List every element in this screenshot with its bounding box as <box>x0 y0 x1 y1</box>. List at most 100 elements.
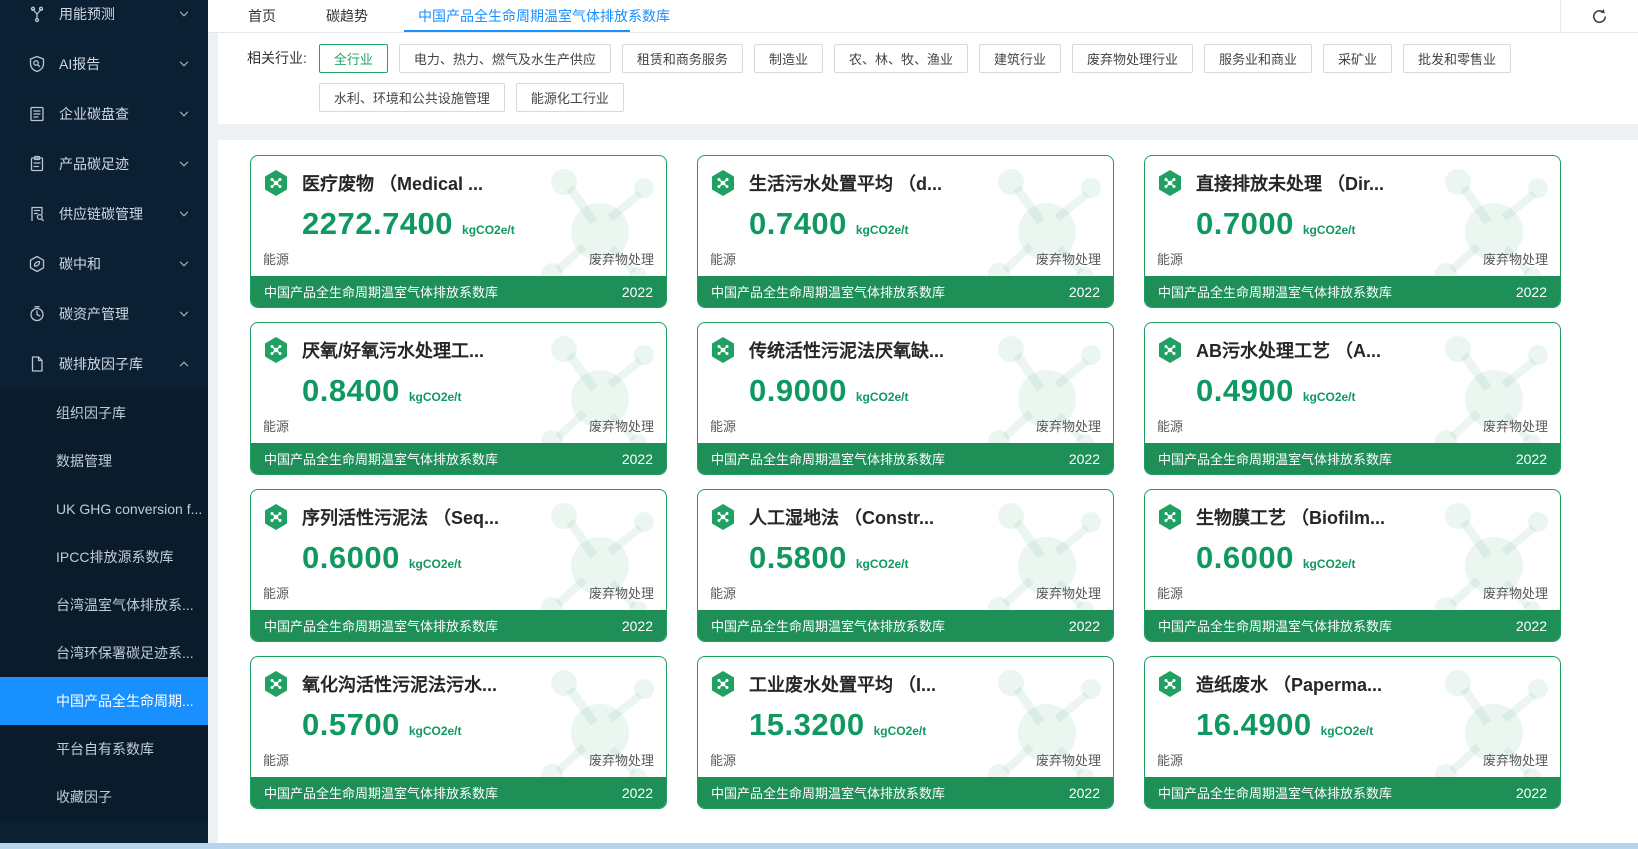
sidebar-item[interactable]: 产品碳足迹 <box>0 139 208 189</box>
industry-filter-button[interactable]: 服务业和商业 <box>1204 44 1312 73</box>
factor-category-left: 能源 <box>263 416 289 435</box>
sidebar-item[interactable]: 碳资产管理 <box>0 289 208 339</box>
factor-card[interactable]: 医疗废物 （Medical ... 2272.7400 kgCO2e/t 能源 … <box>250 155 667 308</box>
chevron-down-icon <box>178 58 190 70</box>
factor-card[interactable]: 生物膜工艺 （Biofilm... 0.6000 kgCO2e/t 能源 废弃物… <box>1144 489 1561 642</box>
tab-list: 首页 碳趋势 中国产品全生命周期温室气体排放系数库 <box>248 0 720 32</box>
sidebar-item[interactable]: 碳排放因子库 <box>0 339 208 389</box>
factor-year: 2022 <box>1069 284 1100 300</box>
chevron-down-icon <box>178 308 190 320</box>
refresh-icon <box>1591 8 1608 25</box>
sidebar-submenu-item[interactable]: 收藏因子 <box>0 773 208 821</box>
factor-category-right: 废弃物处理 <box>589 750 654 769</box>
tab[interactable]: 首页 <box>248 0 276 32</box>
factor-card[interactable]: 直接排放未处理 （Dir... 0.7000 kgCO2e/t 能源 废弃物处理… <box>1144 155 1561 308</box>
cards-panel: 医疗废物 （Medical ... 2272.7400 kgCO2e/t 能源 … <box>218 140 1638 849</box>
industry-filter-button[interactable]: 批发和零售业 <box>1403 44 1511 73</box>
main-content: 首页 碳趋势 中国产品全生命周期温室气体排放系数库 相关行业: 全行业电力、热力… <box>208 0 1638 849</box>
horizontal-scrollbar[interactable] <box>0 843 1638 849</box>
industry-filter-button[interactable]: 租赁和商务服务 <box>622 44 743 73</box>
sidebar-item[interactable]: 企业碳盘查 <box>0 89 208 139</box>
tab[interactable]: 碳趋势 <box>326 0 368 32</box>
factor-card[interactable]: AB污水处理工艺 （A... 0.4900 kgCO2e/t 能源 废弃物处理 … <box>1144 322 1561 475</box>
sidebar-item[interactable]: 供应链碳管理 <box>0 189 208 239</box>
factor-value: 0.4900 <box>1196 373 1294 409</box>
sidebar-submenu-item[interactable]: IPCC排放源系数库 <box>0 533 208 581</box>
factor-unit: kgCO2e/t <box>462 223 515 237</box>
factor-hexagon-icon <box>263 336 289 364</box>
sidebar-submenu-item[interactable]: 平台自有系数库 <box>0 725 208 773</box>
factor-category-right: 废弃物处理 <box>1483 750 1548 769</box>
factor-source: 中国产品全生命周期温室气体排放系数库 <box>264 616 498 635</box>
factor-year: 2022 <box>622 451 653 467</box>
factor-title: 人工湿地法 （Constr... <box>749 504 934 530</box>
industry-filter-button[interactable]: 采矿业 <box>1323 44 1392 73</box>
energy-prediction-icon <box>28 5 46 23</box>
factor-category-right: 废弃物处理 <box>589 416 654 435</box>
sidebar-item[interactable]: AI报告 <box>0 39 208 89</box>
sidebar-submenu-item-label: UK GHG conversion f... <box>56 501 202 517</box>
factor-hexagon-icon <box>1157 169 1183 197</box>
factor-value: 0.6000 <box>1196 540 1294 576</box>
factor-card[interactable]: 传统活性污泥法厌氧缺... 0.9000 kgCO2e/t 能源 废弃物处理 中… <box>697 322 1114 475</box>
sidebar-item[interactable]: 用能预测 <box>0 0 208 39</box>
sidebar-item-label: 碳中和 <box>59 254 101 274</box>
factor-source-bar: 中国产品全生命周期温室气体排放系数库 2022 <box>251 610 666 641</box>
industry-filter-button[interactable]: 能源化工行业 <box>516 83 624 112</box>
factor-card[interactable]: 生活污水处置平均 （d... 0.7400 kgCO2e/t 能源 废弃物处理 … <box>697 155 1114 308</box>
tab-label: 中国产品全生命周期温室气体排放系数库 <box>418 6 670 26</box>
factor-category-right: 废弃物处理 <box>1036 416 1101 435</box>
factor-category-left: 能源 <box>710 416 736 435</box>
factor-value: 0.7400 <box>749 206 847 242</box>
factor-category-right: 废弃物处理 <box>1483 583 1548 602</box>
industry-filter-button[interactable]: 电力、热力、燃气及水生产供应 <box>399 44 611 73</box>
sidebar-submenu-item[interactable]: 台湾温室气体排放系... <box>0 581 208 629</box>
sidebar-submenu-item[interactable]: UK GHG conversion f... <box>0 485 208 533</box>
industry-filter-button[interactable]: 制造业 <box>754 44 823 73</box>
factor-card[interactable]: 工业废水处置平均 （I... 15.3200 kgCO2e/t 能源 废弃物处理… <box>697 656 1114 809</box>
sidebar-submenu-item[interactable]: 中国产品全生命周期... <box>0 677 208 725</box>
industry-filter-button[interactable]: 全行业 <box>319 44 388 73</box>
industry-filter-button[interactable]: 废弃物处理行业 <box>1072 44 1193 73</box>
factor-card[interactable]: 人工湿地法 （Constr... 0.5800 kgCO2e/t 能源 废弃物处… <box>697 489 1114 642</box>
industry-filter-button[interactable]: 农、林、牧、渔业 <box>834 44 968 73</box>
sidebar-submenu-item-label: 台湾环保署碳足迹系... <box>56 643 194 663</box>
factor-card[interactable]: 氧化沟活性污泥法污水... 0.5700 kgCO2e/t 能源 废弃物处理 中… <box>250 656 667 809</box>
filter-label: 相关行业: <box>247 48 307 68</box>
factor-card[interactable]: 厌氧/好氧污水处理工... 0.8400 kgCO2e/t 能源 废弃物处理 中… <box>250 322 667 475</box>
refresh-button[interactable] <box>1561 0 1638 32</box>
factor-value: 0.6000 <box>302 540 400 576</box>
sidebar-item-label: AI报告 <box>59 54 100 74</box>
factor-source: 中国产品全生命周期温室气体排放系数库 <box>264 282 498 301</box>
sidebar-item-label: 碳排放因子库 <box>59 354 143 374</box>
factor-category-right: 废弃物处理 <box>589 249 654 268</box>
factor-card[interactable]: 序列活性污泥法 （Seq... 0.6000 kgCO2e/t 能源 废弃物处理… <box>250 489 667 642</box>
sidebar-item-label: 碳资产管理 <box>59 304 129 324</box>
industry-filter-button[interactable]: 建筑行业 <box>979 44 1061 73</box>
sidebar-item-label: 产品碳足迹 <box>59 154 129 174</box>
industry-filter-button[interactable]: 水利、环境和公共设施管理 <box>319 83 505 112</box>
factor-value: 0.5700 <box>302 707 400 743</box>
sidebar-submenu-item[interactable]: 数据管理 <box>0 437 208 485</box>
tab-label: 首页 <box>248 6 276 26</box>
factor-hexagon-icon <box>710 503 736 531</box>
factor-title: 厌氧/好氧污水处理工... <box>302 337 484 363</box>
factor-source-bar: 中国产品全生命周期温室气体排放系数库 2022 <box>251 777 666 808</box>
factor-title: AB污水处理工艺 （A... <box>1196 337 1381 363</box>
sidebar-submenu-item[interactable]: 组织因子库 <box>0 389 208 437</box>
factor-title: 序列活性污泥法 （Seq... <box>302 504 499 530</box>
factor-source-bar: 中国产品全生命周期温室气体排放系数库 2022 <box>1145 443 1560 474</box>
factor-source-bar: 中国产品全生命周期温室气体排放系数库 2022 <box>251 443 666 474</box>
factor-title: 生活污水处置平均 （d... <box>749 170 942 196</box>
factor-category-left: 能源 <box>263 750 289 769</box>
factor-unit: kgCO2e/t <box>1321 724 1374 738</box>
chevron-down-icon <box>178 258 190 270</box>
chevron-down-icon <box>178 158 190 170</box>
factor-card[interactable]: 造纸废水 （Paperma... 16.4900 kgCO2e/t 能源 废弃物… <box>1144 656 1561 809</box>
sidebar-item[interactable]: 碳中和 <box>0 239 208 289</box>
factor-category-right: 废弃物处理 <box>1036 583 1101 602</box>
enterprise-carbon-audit-icon <box>28 105 46 123</box>
tab[interactable]: 中国产品全生命周期温室气体排放系数库 <box>418 0 670 32</box>
sidebar-submenu-item[interactable]: 台湾环保署碳足迹系... <box>0 629 208 677</box>
cards-grid: 医疗废物 （Medical ... 2272.7400 kgCO2e/t 能源 … <box>250 155 1638 809</box>
